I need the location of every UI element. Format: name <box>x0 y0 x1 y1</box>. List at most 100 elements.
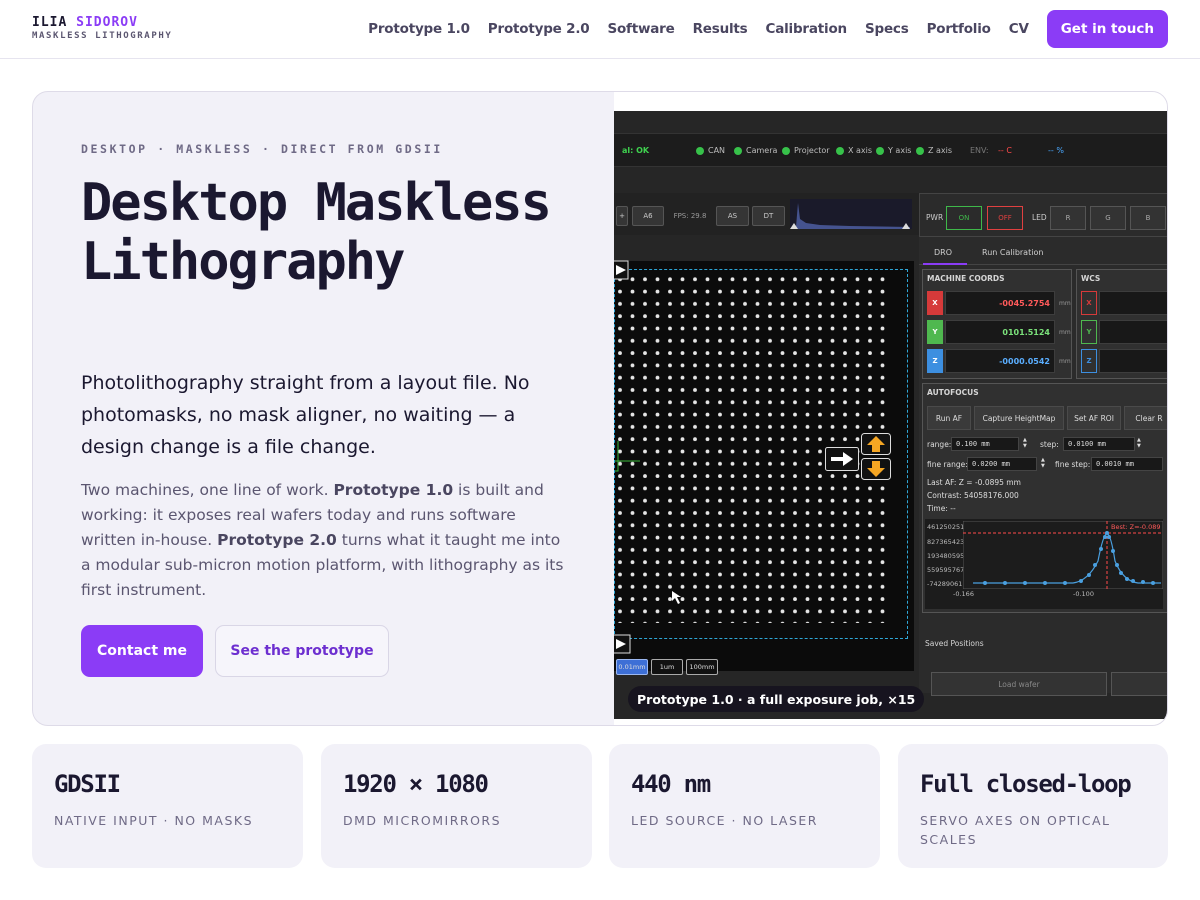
stepper-icon[interactable]: ▲ ▼ <box>1137 437 1141 449</box>
stat-value: GDSII <box>54 770 121 798</box>
status-dot-icon <box>734 146 742 155</box>
saved-positions-label: Saved Positions <box>925 639 984 648</box>
tab-run-calibration[interactable]: Run Calibration <box>982 248 1043 257</box>
axis-x-tag: X <box>927 291 943 315</box>
step-input[interactable]: 0.0100 mm <box>1063 437 1135 451</box>
unit-label: mm <box>1059 329 1071 336</box>
unit-label: mm <box>1059 300 1071 307</box>
plus-button[interactable]: + <box>616 206 628 226</box>
stat-card-gdsii: GDSII NATIVE INPUT · NO MASKS <box>32 744 303 868</box>
a6-button[interactable]: A6 <box>632 206 664 226</box>
stat-card-led: 440 nm LED SOURCE · NO LASER <box>609 744 880 868</box>
power-on-button[interactable]: ON <box>946 206 982 230</box>
status-dot-icon <box>782 146 790 155</box>
autofocus-box: AUTOFOCUS Run AF Capture HeightMap Set A… <box>922 383 1167 613</box>
pwr-label: PWR <box>926 213 944 222</box>
panel-tabs: DRO Run Calibration <box>919 241 1167 265</box>
z-coord-value: -0000.0542 <box>945 349 1055 373</box>
power-row: PWR ON OFF LED R G B <box>919 193 1167 237</box>
as-button[interactable]: AS <box>716 206 749 226</box>
led-r-button[interactable]: R <box>1050 206 1086 230</box>
dt-button[interactable]: DT <box>752 206 785 226</box>
wcs-y-tag: Y <box>1081 320 1097 344</box>
brand-subtitle: MASKLESS LITHOGRAPHY <box>32 31 173 41</box>
wcs-z-value <box>1099 349 1167 373</box>
active-tab-indicator <box>923 263 967 265</box>
nav-software[interactable]: Software <box>607 21 674 37</box>
axis-z-tag: Z <box>927 349 943 373</box>
status-dot-icon <box>696 146 704 155</box>
fps-readout: FPS: 29.8 <box>673 212 707 220</box>
arrow-up-icon[interactable] <box>861 433 891 455</box>
autofocus-title: AUTOFOCUS <box>927 388 979 397</box>
hero-eyebrow: DESKTOP · MASKLESS · DIRECT FROM GDSII <box>81 142 443 156</box>
focus-curve <box>963 521 1163 589</box>
nav-prototype-1[interactable]: Prototype 1.0 <box>368 21 470 37</box>
indicator-z-axis: Z axis <box>916 146 952 155</box>
stat-label: DMD MICROMIRRORS <box>343 813 502 828</box>
machine-coords-title: MACHINE COORDS <box>927 274 1005 283</box>
hero-card: DESKTOP · MASKLESS · DIRECT FROM GDSII D… <box>32 91 1168 726</box>
nav-results[interactable]: Results <box>693 21 748 37</box>
capture-heightmap-button[interactable]: Capture HeightMap <box>974 406 1064 430</box>
stat-label: SERVO AXES ON OPTICAL SCALES <box>920 813 1111 847</box>
plot-y-tick: 193480595 <box>927 552 965 560</box>
nav-portfolio[interactable]: Portfolio <box>927 21 991 37</box>
stat-value: 440 nm <box>631 770 711 798</box>
status-ok: al: OK <box>622 146 650 155</box>
camera-toolbar: + A6 FPS: 29.8 AS DT <box>614 193 919 235</box>
x-coord-value: -0045.2754 <box>945 291 1055 315</box>
indicator-x-axis: X axis <box>836 146 872 155</box>
stat-label: LED SOURCE · NO LASER <box>631 813 818 828</box>
secondary-wafer-button[interactable] <box>1111 672 1167 696</box>
wcs-box: WCS X Y Z <box>1076 269 1167 379</box>
main-nav: Prototype 1.0 Prototype 2.0 Software Res… <box>350 10 1168 48</box>
led-b-button[interactable]: B <box>1130 206 1166 230</box>
contact-me-button[interactable]: Contact me <box>81 625 203 677</box>
focus-curve-plot: 461250251 827365423 193480595 559595767 … <box>925 519 1163 609</box>
power-off-button[interactable]: OFF <box>987 206 1023 230</box>
range-input[interactable]: 0.100 mm <box>951 437 1019 451</box>
play-marker-icon <box>614 634 631 654</box>
brand-name: ILIA SIDOROV <box>32 15 138 30</box>
zoom-100mm-button[interactable]: 100mm <box>686 659 718 675</box>
nav-specs[interactable]: Specs <box>865 21 909 37</box>
stepper-icon[interactable]: ▲ ▼ <box>1041 457 1045 469</box>
indicator-can: CAN <box>696 146 725 155</box>
tab-dro[interactable]: DRO <box>934 248 952 257</box>
wcs-z-tag: Z <box>1081 349 1097 373</box>
zoom-1um-button[interactable]: 1um <box>651 659 683 675</box>
machine-coords-box: MACHINE COORDS X -0045.2754 mm Y 0101.51… <box>922 269 1072 379</box>
led-label: LED <box>1032 213 1047 222</box>
zoom-0-01mm-button[interactable]: 0.01mm <box>616 659 648 675</box>
stepper-icon[interactable]: ▲ ▼ <box>1023 437 1027 449</box>
plot-y-tick: 559595767 <box>927 566 965 574</box>
fine-range-input[interactable]: 0.0200 mm <box>967 457 1037 471</box>
led-g-button[interactable]: G <box>1090 206 1126 230</box>
load-wafer-button[interactable]: Load wafer <box>931 672 1107 696</box>
wcs-x-value <box>1099 291 1167 315</box>
set-af-roi-button[interactable]: Set AF ROI <box>1067 406 1121 430</box>
arrow-right-icon[interactable] <box>825 447 859 471</box>
see-prototype-button[interactable]: See the prototype <box>215 625 389 677</box>
play-marker-icon <box>614 260 629 280</box>
wcs-title: WCS <box>1081 274 1101 283</box>
nav-calibration[interactable]: Calibration <box>766 21 848 37</box>
nav-prototype-2[interactable]: Prototype 2.0 <box>488 21 590 37</box>
stat-card-closed-loop: Full closed-loop SERVO AXES ON OPTICAL S… <box>898 744 1168 868</box>
arrow-down-icon[interactable] <box>861 458 891 480</box>
nav-cv[interactable]: CV <box>1009 21 1029 37</box>
wcs-y-value <box>1099 320 1167 344</box>
control-panel: PWR ON OFF LED R G B DRO Run Calibration… <box>919 193 1167 693</box>
clear-roi-button[interactable]: Clear R <box>1124 406 1167 430</box>
unit-label: mm <box>1059 358 1071 365</box>
indicator-projector: Projector <box>782 146 830 155</box>
stat-value: 1920 × 1080 <box>343 770 489 798</box>
env-label: ENV: <box>970 146 989 155</box>
brand-logo[interactable]: ILIA SIDOROV MASKLESS LITHOGRAPHY <box>32 15 172 41</box>
fine-step-input[interactable]: 0.0010 mm <box>1091 457 1163 471</box>
get-in-touch-button[interactable]: Get in touch <box>1046 10 1168 48</box>
plot-x-tick: -0.100 <box>1073 590 1094 598</box>
run-af-button[interactable]: Run AF <box>927 406 971 430</box>
camera-viewer[interactable] <box>614 260 914 671</box>
